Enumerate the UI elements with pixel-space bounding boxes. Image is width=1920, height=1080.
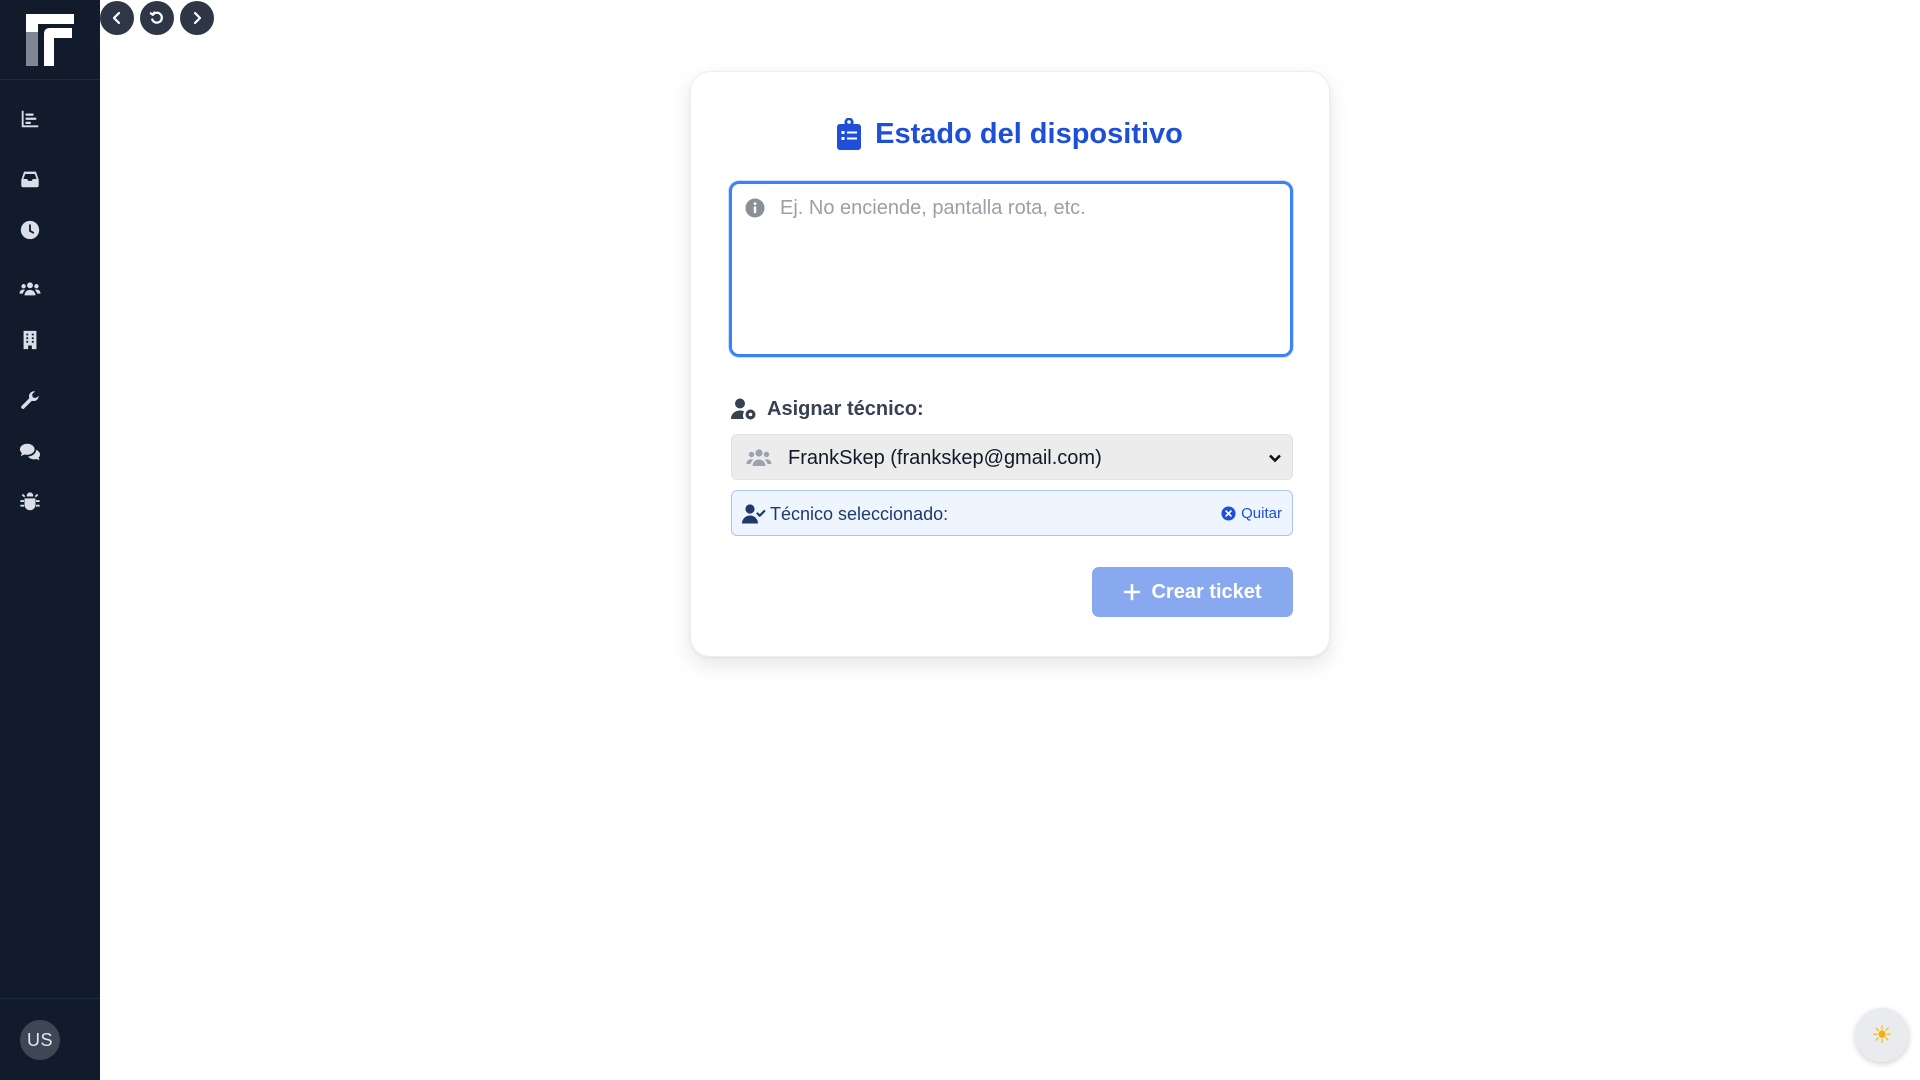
create-ticket-label: Crear ticket: [1151, 580, 1262, 603]
selected-technician-label: Técnico seleccionado:: [770, 504, 949, 524]
clock-icon: [20, 220, 40, 240]
inbox-icon: [21, 171, 39, 188]
rotate-icon: [149, 11, 163, 24]
reload-button[interactable]: [140, 1, 174, 35]
assign-technician-label-text: Asignar técnico:: [767, 397, 924, 420]
chevron-right-icon: [193, 11, 202, 25]
chevron-left-icon: [112, 11, 121, 25]
user-gear-icon: [731, 398, 756, 420]
selected-technician-box: Técnico seleccionado: Quitar: [731, 490, 1293, 536]
users-icon: [19, 282, 41, 296]
sidebar-item-companies[interactable]: [18, 328, 42, 352]
user-avatar[interactable]: US: [20, 1020, 60, 1060]
assign-technician-label: Asignar técnico:: [731, 395, 924, 423]
ticket-form-card: Estado del dispositivo Asignar técnico: …: [690, 71, 1330, 657]
clipboard-list-icon: [837, 118, 862, 150]
remove-technician-label: Quitar: [1241, 505, 1282, 522]
sun-icon: ☀: [1871, 1021, 1893, 1049]
bug-icon: [20, 492, 40, 511]
technician-select[interactable]: FrankSkep (frankskep@gmail.com): [731, 434, 1293, 480]
comments-icon: [19, 443, 41, 461]
description-field[interactable]: [729, 181, 1293, 357]
form-title: Estado del dispositivo: [691, 114, 1329, 154]
forward-button[interactable]: [180, 1, 214, 35]
sidebar-item-chat[interactable]: [18, 440, 42, 464]
info-circle-icon: [745, 198, 765, 218]
create-ticket-button[interactable]: Crear ticket: [1092, 567, 1293, 617]
sidebar-item-history[interactable]: [18, 218, 42, 242]
sidebar: US: [0, 0, 100, 1080]
sidebar-item-dashboard[interactable]: [18, 107, 42, 131]
description-input[interactable]: [780, 197, 1280, 337]
close-circle-icon: [1221, 506, 1236, 521]
chart-bar-icon: [21, 110, 39, 128]
users-icon: [746, 449, 772, 466]
back-button[interactable]: [100, 1, 134, 35]
sidebar-divider: [0, 79, 100, 80]
app-logo[interactable]: [24, 12, 76, 68]
building-icon: [23, 330, 37, 350]
remove-technician-button[interactable]: Quitar: [1221, 505, 1282, 522]
user-check-icon: [742, 504, 766, 524]
plus-icon: [1124, 583, 1141, 601]
sidebar-item-inbox[interactable]: [18, 167, 42, 191]
theme-toggle-button[interactable]: ☀: [1855, 1008, 1909, 1062]
technician-select-value: FrankSkep (frankskep@gmail.com): [788, 447, 1102, 469]
wrench-icon: [21, 391, 39, 409]
sidebar-item-tools[interactable]: [18, 389, 42, 413]
chevron-down-icon: [1269, 454, 1281, 463]
sidebar-item-bugs[interactable]: [18, 490, 42, 514]
form-title-text: Estado del dispositivo: [875, 117, 1183, 150]
sidebar-item-users[interactable]: [18, 277, 42, 301]
sidebar-divider-bottom: [0, 998, 100, 999]
